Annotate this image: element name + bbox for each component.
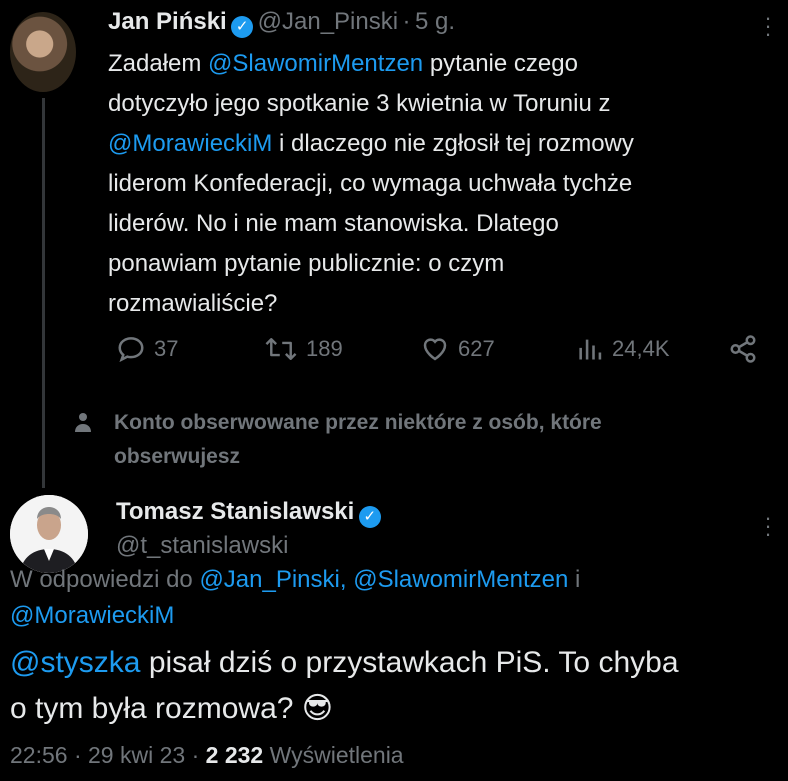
retweet-count: 189 xyxy=(306,336,343,361)
mention-link[interactable]: @styszka xyxy=(10,646,140,679)
more-dots-icon[interactable]: · · · xyxy=(763,7,773,45)
views-count: 2 232 xyxy=(205,742,264,768)
text-line: @MorawieckiM i dlaczego nie zgłosił tej … xyxy=(108,130,634,157)
text-line: liderom Konfederacji, co wymaga uchwała … xyxy=(108,170,633,197)
person-icon xyxy=(74,412,92,439)
like-count: 627 xyxy=(458,336,495,361)
views-button[interactable]: 24,4K xyxy=(576,334,670,364)
separator-dot: · xyxy=(402,8,411,35)
reply-to-mention[interactable]: @SlawomirMentzen xyxy=(353,566,568,593)
views-count: 24,4K xyxy=(612,336,670,361)
tweet1-header: Jan Piński ✓ @Jan_Pinski · 5 g. xyxy=(108,8,455,38)
like-button[interactable]: 627 xyxy=(420,334,495,364)
text-line: Zadałem @SlawomirMentzen pytanie czego xyxy=(108,50,578,77)
avatar-jan-pinski[interactable] xyxy=(10,12,76,92)
retweet-button[interactable]: 189 xyxy=(264,334,343,364)
reply-count: 37 xyxy=(154,336,179,361)
thread-connector-line xyxy=(42,98,45,488)
reply-context: W odpowiedzi do @Jan_Pinski, @SlawomirMe… xyxy=(10,566,581,629)
author-handle[interactable]: @Jan_Pinski xyxy=(258,8,398,35)
tweet-metadata: 22:56 · 29 kwi 23 · 2 232 Wyświetlenia xyxy=(10,742,404,768)
text-line: dotyczyło jego spotkanie 3 kwietnia w To… xyxy=(108,90,611,117)
heart-icon xyxy=(423,338,447,361)
retweet-icon xyxy=(265,338,297,360)
tweet-date[interactable]: 29 kwi 23 xyxy=(88,742,185,768)
tweet2-header: Tomasz Stanislawski ✓ xyxy=(116,498,381,528)
author-name[interactable]: Tomasz Stanislawski xyxy=(116,498,354,525)
author-handle[interactable]: @t_stanislawski xyxy=(116,532,288,560)
views-bars-icon xyxy=(579,339,602,360)
share-icon xyxy=(730,335,756,363)
reply-to-mention[interactable]: @Jan_Pinski, xyxy=(199,566,346,593)
text-line: ponawiam pytanie publicznie: o czym xyxy=(108,250,505,277)
tweet-time[interactable]: 22:56 xyxy=(10,742,68,768)
mention-link[interactable]: @MorawieckiM xyxy=(108,130,272,157)
share-button[interactable] xyxy=(728,334,758,364)
views-label: Wyświetlenia xyxy=(269,742,404,768)
tweet2-text: @styszka pisał dziś o przystawkach PiS. … xyxy=(10,646,679,725)
mention-link[interactable]: @SlawomirMentzen xyxy=(208,50,423,77)
more-dots-icon[interactable]: · · · xyxy=(763,507,773,545)
reply-icon xyxy=(118,337,144,363)
reply-to-mention[interactable]: @MorawieckiM xyxy=(10,602,174,629)
text-line: liderów. No i nie mam stanowiska. Dlateg… xyxy=(108,210,559,237)
reply-button[interactable]: 37 xyxy=(116,334,178,364)
text-line: rozmawialiście? xyxy=(108,290,278,317)
time-ago[interactable]: 5 g. xyxy=(415,8,455,35)
sunglasses-emoji: 😎 xyxy=(301,692,334,725)
author-name[interactable]: Jan Piński xyxy=(108,8,227,35)
tweet1-text: Zadałem @SlawomirMentzen pytanie czego d… xyxy=(108,44,768,324)
verified-badge-icon: ✓ xyxy=(231,16,254,38)
verified-badge-icon: ✓ xyxy=(358,506,381,528)
social-context-notice: Konto obserwowane przez niektóre z osób,… xyxy=(114,411,602,468)
